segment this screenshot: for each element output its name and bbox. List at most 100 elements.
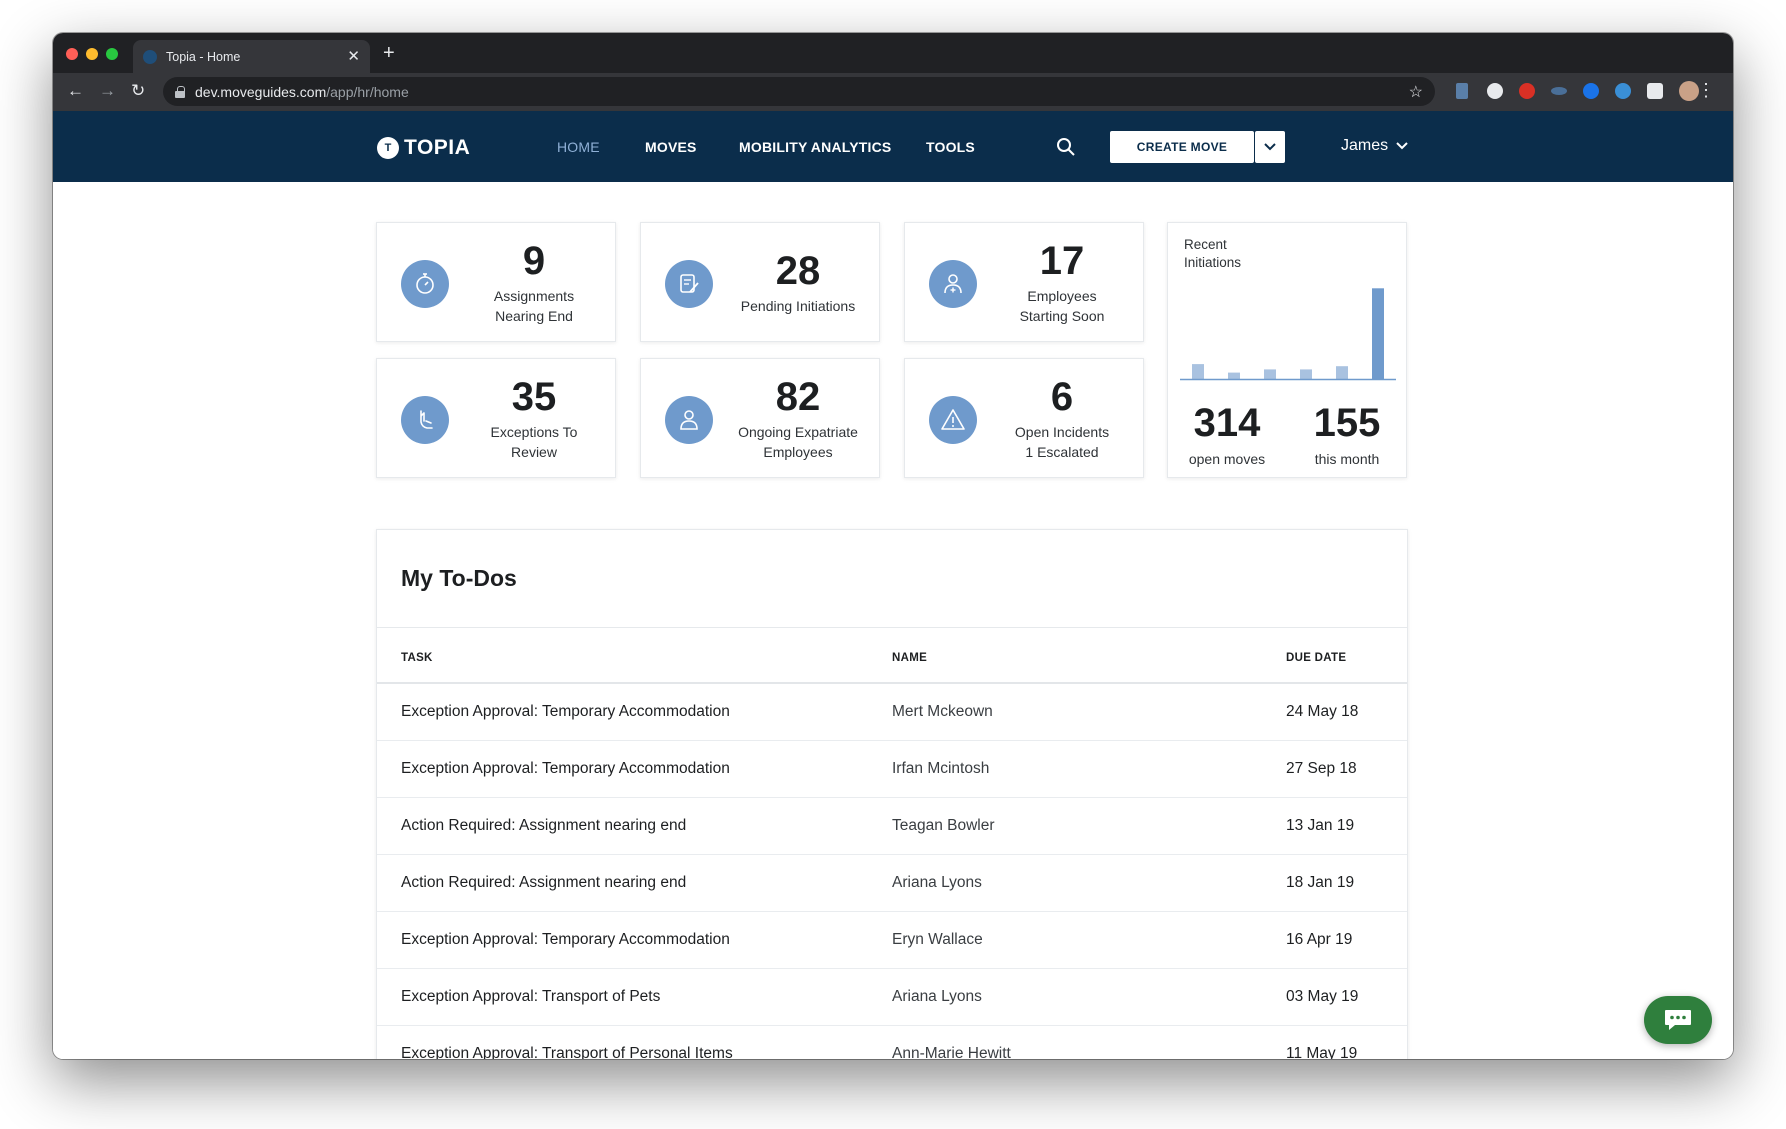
chat-button[interactable] — [1644, 996, 1712, 1044]
user-menu[interactable]: James — [1341, 137, 1408, 155]
profile-avatar[interactable] — [1679, 81, 1699, 101]
new-tab-icon[interactable]: + — [383, 43, 395, 63]
task-cell: Exception Approval: Temporary Accommodat… — [401, 760, 730, 777]
name-cell: Ann-Marie Hewitt — [892, 1045, 1011, 1059]
nav-moves[interactable]: MOVES — [645, 139, 697, 155]
user-add-icon — [929, 260, 977, 308]
url-path: /app/hr/home — [326, 83, 409, 100]
create-move-dropdown-button[interactable] — [1255, 131, 1285, 163]
chat-bubble-icon — [1665, 1010, 1691, 1030]
chart-bar — [1372, 288, 1384, 379]
address-bar[interactable]: dev.moveguides.com/app/hr/home ☆ — [163, 77, 1435, 106]
name-cell: Eryn Wallace — [892, 931, 983, 948]
nav-mobility-analytics[interactable]: MOBILITY ANALYTICS — [739, 139, 891, 155]
table-row[interactable]: Action Required: Assignment nearing end A… — [377, 855, 1407, 912]
name-cell: Teagan Bowler — [892, 817, 995, 834]
column-header-name[interactable]: NAME — [892, 652, 927, 664]
due-date-cell: 11 May 19 — [1286, 1045, 1358, 1059]
card-label: Pending Initiations — [740, 297, 856, 314]
column-header-due-date[interactable]: DUE DATE — [1286, 652, 1346, 664]
browser-tab[interactable]: Topia - Home ✕ — [133, 40, 370, 73]
card-value: 17 — [1039, 238, 1085, 283]
minimize-window-button[interactable] — [86, 48, 98, 60]
due-date-cell: 24 May 18 — [1286, 703, 1359, 720]
extension-clock-icon[interactable] — [1583, 83, 1599, 99]
topia-logo-mark-icon: T — [377, 137, 399, 159]
create-move-button[interactable]: CREATE MOVE — [1110, 131, 1254, 163]
card-label: Ongoing Expatriate — [738, 423, 858, 440]
open-moves-stat: 314 open moves — [1172, 401, 1282, 467]
table-row[interactable]: Exception Approval: Temporary Accommodat… — [377, 741, 1407, 798]
name-cell: Irfan Mcintosh — [892, 760, 990, 777]
due-date-cell: 27 Sep 18 — [1286, 760, 1357, 777]
due-date-cell: 18 Jan 19 — [1286, 874, 1355, 891]
extension-sync-icon[interactable] — [1615, 83, 1631, 99]
recent-initiations-card[interactable]: Recent Initiations 314 open moves 155 th… — [1167, 222, 1407, 478]
table-row[interactable]: Exception Approval: Transport of Pets Ari… — [377, 969, 1407, 1026]
browser-window: Topia - Home ✕ + ← → ↻ dev.moveguides.co… — [53, 33, 1733, 1059]
task-cell: Action Required: Assignment nearing end — [401, 817, 687, 834]
assignments-nearing-end-card[interactable]: 9 Assignments Nearing End — [376, 222, 616, 342]
table-row[interactable]: Exception Approval: Transport of Persona… — [377, 1026, 1407, 1059]
this-month-value: 155 — [1313, 401, 1381, 445]
lock-icon[interactable] — [175, 85, 185, 98]
table-row[interactable]: Action Required: Assignment nearing end T… — [377, 798, 1407, 855]
my-todos-panel: My To-Dos TASK NAME DUE DATE Exception A… — [376, 529, 1408, 1059]
card-label: Employees — [1027, 287, 1097, 304]
chart-bar — [1300, 369, 1312, 379]
task-cell: Action Required: Assignment nearing end — [401, 874, 687, 891]
card-value: 9 — [522, 238, 546, 283]
card-value: 35 — [511, 374, 557, 419]
forward-arrow-icon[interactable]: → — [99, 82, 116, 99]
name-cell: Ariana Lyons — [892, 874, 982, 891]
chart-bar — [1228, 372, 1240, 379]
close-window-button[interactable] — [66, 48, 78, 60]
extension-record-icon[interactable] — [1487, 83, 1503, 99]
nav-home[interactable]: HOME — [557, 139, 600, 155]
task-cell: Exception Approval: Temporary Accommodat… — [401, 931, 730, 948]
browser-toolbar: ← → ↻ dev.moveguides.com/app/hr/home ☆ ⋮ — [53, 73, 1733, 111]
card-label: Starting Soon — [1019, 307, 1105, 324]
chevron-down-icon — [1264, 143, 1276, 151]
exceptions-to-review-card[interactable]: 35 Exceptions To Review — [376, 358, 616, 478]
nav-tools[interactable]: TOOLS — [926, 139, 975, 155]
tab-close-icon[interactable]: ✕ — [347, 49, 360, 64]
ongoing-expatriate-employees-card[interactable]: 82 Ongoing Expatriate Employees — [640, 358, 880, 478]
browser-menu-icon[interactable]: ⋮ — [1697, 81, 1715, 99]
url-host: dev.moveguides.com — [195, 83, 327, 100]
name-cell: Mert Mckeown — [892, 703, 993, 720]
chart-bar — [1264, 369, 1276, 379]
document-edit-icon — [665, 260, 713, 308]
table-row[interactable]: Exception Approval: Temporary Accommodat… — [377, 912, 1407, 969]
search-icon[interactable] — [1056, 137, 1076, 157]
this-month-label: this month — [1314, 451, 1380, 467]
card-value: 6 — [1050, 374, 1074, 419]
card-label: Exceptions To — [490, 423, 578, 440]
due-date-cell: 16 Apr 19 — [1286, 931, 1353, 948]
warning-icon — [929, 396, 977, 444]
open-incidents-card[interactable]: 6 Open Incidents 1 Escalated — [904, 358, 1144, 478]
back-arrow-icon[interactable]: ← — [67, 82, 84, 99]
topia-logo[interactable]: T TOPIA — [377, 136, 470, 160]
task-cell: Exception Approval: Transport of Pets — [401, 988, 661, 1005]
column-header-task[interactable]: TASK — [401, 652, 433, 664]
employees-starting-soon-card[interactable]: 17 Employees Starting Soon — [904, 222, 1144, 342]
open-moves-value: 314 — [1193, 401, 1261, 445]
extension-stop-icon[interactable] — [1519, 83, 1535, 99]
reload-icon[interactable]: ↻ — [131, 82, 145, 99]
pending-initiations-card[interactable]: 28 Pending Initiations — [640, 222, 880, 342]
card-label: Employees — [763, 443, 833, 460]
name-cell: Ariana Lyons — [892, 988, 982, 1005]
table-row[interactable]: Exception Approval: Temporary Accommodat… — [377, 684, 1407, 741]
extensions-puzzle-icon[interactable] — [1647, 83, 1663, 99]
card-label: Open Incidents — [1014, 423, 1110, 440]
extension-bars-icon[interactable] — [1456, 83, 1468, 99]
chevron-down-icon — [1396, 142, 1408, 150]
topia-favicon-icon — [143, 49, 157, 64]
card-label: 1 Escalated — [1025, 443, 1099, 460]
chart-title: Recent Initiations — [1184, 237, 1242, 270]
task-cell: Exception Approval: Temporary Accommodat… — [401, 703, 730, 720]
bookmark-star-icon[interactable]: ☆ — [1409, 82, 1423, 102]
maximize-window-button[interactable] — [106, 48, 118, 60]
extension-link-icon[interactable] — [1551, 87, 1567, 95]
